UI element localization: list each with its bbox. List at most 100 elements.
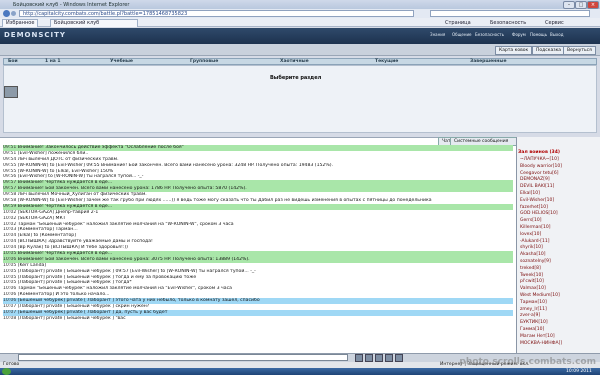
filter-icon[interactable] [395,354,403,362]
tab-training[interactable]: Учебные [110,59,133,64]
tab-1v1[interactable]: 1 на 1 [45,59,61,64]
forward-icon[interactable] [11,11,16,16]
online-user[interactable]: Elkal[10] [520,191,540,196]
chat-timestamp[interactable]: 10:06 [3,257,16,262]
tab-finished[interactable]: Завершенные [470,59,507,64]
chat-timestamp[interactable]: 09:58 [3,192,16,197]
chat-timestamp[interactable]: 10:05 [3,251,16,256]
clear-icon[interactable] [375,354,383,362]
online-user[interactable]: DEMONAZ[9] [520,177,550,182]
online-user[interactable]: Gerrs[10] [520,218,541,223]
favorites-button[interactable]: Избранное [2,19,39,27]
online-user[interactable]: Evil-Wisher[10] [520,198,554,203]
chat-message: [Kerr Landa] [17,262,47,268]
online-user[interactable]: lovex[10] [520,232,541,237]
online-user[interactable]: Tweek[10] [520,273,543,278]
online-user[interactable]: БУКТИК[10] [520,320,548,325]
online-user[interactable]: Valmax[10] [520,286,546,291]
online-user[interactable]: Ceegavor tetu[6] [520,171,559,176]
tab-battles[interactable]: Бои [8,59,18,64]
online-user[interactable]: West Medium[10] [520,293,560,298]
return-button[interactable]: Вернуться [563,46,596,55]
tools-menu[interactable]: Сервис [545,20,564,26]
chat-timestamp[interactable]: 10:05 [3,263,16,268]
chat-timestamp[interactable]: 10:02 [3,216,16,221]
chat-timestamp[interactable]: 10:05 [3,275,16,280]
chat-timestamp[interactable]: 09:57 [3,186,16,191]
online-user[interactable]: fazerhet[10] [520,205,548,210]
online-user[interactable]: Гамма[10] [520,327,544,332]
chat-timestamp[interactable]: 10:03 [3,227,16,232]
nav-help[interactable]: Помощь [530,32,547,37]
chat-timestamp[interactable]: 10:02 [3,222,16,227]
nav-knowledge[interactable]: Знания [430,32,445,37]
online-user[interactable]: Killerman[10] [520,225,550,230]
online-user[interactable]: GOD HELIOS[10] [520,211,558,216]
chat-timestamp[interactable]: 10:06 [3,298,16,303]
search-input[interactable] [430,10,590,17]
online-user[interactable]: ~ЛАПУЧКА~[10] [520,157,559,162]
nav-exit[interactable]: Выход [550,32,563,37]
hint-button[interactable]: Подсказка [532,46,566,55]
tab-current[interactable]: Текущие [375,59,398,64]
nav-forum[interactable]: Форум [512,32,526,37]
minimize-button[interactable]: – [563,1,575,9]
chat-input[interactable] [18,354,348,361]
chat-timestamp[interactable]: 10:04 [3,233,16,238]
online-user[interactable]: zmey_lr[11] [520,307,547,312]
nav-security[interactable]: Безопасность [475,32,504,37]
online-user[interactable]: soznatelny[9] [520,259,551,264]
chat-timestamp[interactable]: 09:58 [3,198,16,203]
chat-message: [SEKTOR-GAZA] МКТ [17,215,66,221]
chat-timestamp[interactable]: 10:07 [3,304,16,309]
translit-icon[interactable] [385,354,393,362]
chat-timestamp[interactable]: 10:05 [3,280,16,285]
chat-timestamp[interactable]: 10:06 [3,292,16,297]
online-user[interactable]: Магам Нет[10] [520,334,555,339]
online-user[interactable]: -Alukard-[11] [520,239,549,244]
chat-timestamp[interactable]: 09:55 [3,163,16,168]
chat-message: [Лаборант] private [ Бешеный чебурек ] "… [17,315,126,321]
chat-timestamp[interactable]: 10:08 [3,316,16,321]
chat-timestamp[interactable]: 10:05 [3,269,16,274]
smile-icon[interactable] [365,354,373,362]
chat-timestamp[interactable]: 09:59 [3,204,16,209]
tab-chaotic[interactable]: Хаотичные [280,59,309,64]
chat-timestamp[interactable]: 10:02 [3,210,16,215]
nav-chat[interactable]: Общение [452,32,472,37]
online-user[interactable]: МОСКВА-НИНФА[] [520,341,562,346]
online-user[interactable]: Bloody warrior[10] [520,164,562,169]
chat-timestamp[interactable]: 10:04 [3,239,16,244]
start-button[interactable] [2,368,11,375]
chat-timestamp[interactable]: 10:06 [3,286,16,291]
chat-timestamp[interactable]: 09:57 [3,180,16,185]
address-input[interactable]: http://capitalcity.combats.com/battle.pl… [19,10,414,17]
chat-timestamp[interactable]: 10:07 [3,310,16,315]
clock: 10:09 2011 [566,369,592,374]
online-user[interactable]: zver-a[9] [520,313,540,318]
page-menu[interactable]: Страница [445,20,471,26]
window-title: Бойцовский клуб - Windows Internet Explo… [13,2,130,8]
online-user[interactable]: Akasha[10] [520,252,546,257]
tab-group[interactable]: Групповые [190,59,218,64]
chat-timestamp[interactable]: 09:54 [3,157,16,162]
online-user[interactable]: treked[8] [520,266,541,271]
chat-timestamp[interactable]: 09:51 [3,151,16,156]
maximize-button[interactable]: □ [575,1,587,9]
online-user[interactable]: Тарман[10] [520,300,547,305]
close-button[interactable]: × [587,1,599,9]
chat-timestamp[interactable]: 09:55 [3,169,16,174]
chat-message: [W-RONIN-W] to [Evil-Wisher] 09:55 Внима… [17,162,333,168]
online-user[interactable]: shyrik[10] [520,245,543,250]
map-button[interactable]: Карта ковок [495,46,533,55]
online-user[interactable]: DEVIL BAKI[11] [520,184,554,189]
chat-timestamp[interactable]: 09:56 [3,174,16,179]
chat-timestamp[interactable]: 10:04 [3,245,16,250]
back-icon[interactable] [3,10,10,17]
chat-timestamp[interactable]: 09:51 [3,145,16,150]
send-icon[interactable] [355,354,363,362]
online-user[interactable]: pl'cwit[10] [520,279,544,284]
chat-message: Лич вылечил Мочный_Хулиган от физических… [17,192,147,198]
safety-menu[interactable]: Безопасность [490,20,526,26]
tab-active[interactable]: Бойцовский клуб [50,19,138,27]
